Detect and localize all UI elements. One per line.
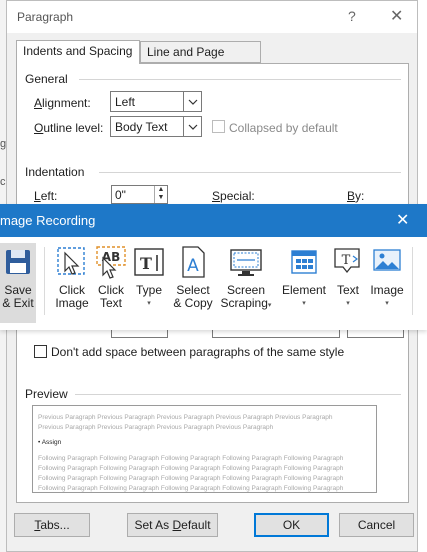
- svg-text:T: T: [140, 254, 152, 273]
- preview-following-line: Following Paragraph Following Paragraph …: [38, 465, 344, 472]
- close-icon[interactable]: ✕: [396, 210, 409, 230]
- element-icon: [291, 250, 317, 274]
- preview-previous-line: Previous Paragraph Previous Paragraph Pr…: [38, 414, 333, 421]
- image-recording-titlebar: mage Recording ✕: [0, 204, 427, 237]
- help-button[interactable]: ?: [348, 8, 356, 24]
- tool-label: Element: [281, 283, 327, 297]
- click-image-button[interactable]: Click Image: [52, 243, 92, 323]
- dialog-titlebar: Paragraph ? ✕: [7, 1, 417, 33]
- tool-label: & Exit: [2, 296, 34, 310]
- divider: [99, 172, 401, 173]
- preview-heading: Preview: [25, 387, 68, 401]
- tool-label: & Copy: [173, 296, 213, 310]
- outline-level-label: Outline level:: [34, 121, 104, 135]
- outline-level-select[interactable]: Body Text: [110, 116, 202, 137]
- toolbar-separator: [412, 247, 413, 315]
- close-button[interactable]: ✕: [390, 6, 403, 26]
- alignment-label: Alignment:: [34, 96, 91, 110]
- caret-icon: ▾: [346, 300, 350, 307]
- text-button[interactable]: T Text ▾: [331, 243, 365, 323]
- alignment-select[interactable]: Left: [110, 91, 202, 112]
- left-indent-spinner[interactable]: 0" ▲ ▼: [111, 185, 168, 204]
- dont-add-space-label: Don't add space between paragraphs of th…: [51, 345, 345, 359]
- toolbar-separator: [44, 247, 45, 315]
- click-text-button[interactable]: AB Click Text: [92, 243, 130, 323]
- screen-scraping-icon: [230, 249, 262, 276]
- tool-label: Scraping▾: [220, 296, 272, 310]
- svg-text:T: T: [342, 253, 351, 268]
- caret-icon: ▾: [147, 300, 151, 307]
- collapsed-checkbox[interactable]: [212, 120, 225, 133]
- select-copy-button[interactable]: A Select & Copy: [170, 243, 216, 323]
- svg-text:A: A: [187, 256, 199, 276]
- preview-previous-line: Previous Paragraph Previous Paragraph Pr…: [38, 424, 274, 431]
- preview-box: Previous Paragraph Previous Paragraph Pr…: [32, 405, 377, 493]
- image-recording-title: mage Recording: [0, 213, 96, 228]
- ok-button[interactable]: OK: [254, 513, 329, 537]
- save-exit-button[interactable]: Save & Exit: [0, 243, 36, 323]
- tab-indents-and-spacing[interactable]: Indents and Spacing: [16, 40, 140, 64]
- alignment-value: Left: [115, 95, 136, 109]
- image-button[interactable]: Image ▾: [367, 243, 407, 323]
- indentation-heading: Indentation: [25, 165, 85, 179]
- cancel-button[interactable]: Cancel: [339, 513, 414, 537]
- preview-current-paragraph: • Assign: [38, 439, 62, 446]
- tool-label: Text: [99, 296, 122, 310]
- tool-label: Type: [135, 283, 162, 297]
- click-text-icon: AB: [96, 246, 126, 279]
- type-button[interactable]: T Type ▾: [130, 243, 168, 323]
- chevron-down-icon: [183, 117, 201, 136]
- tab-line-and-page-breaks[interactable]: Line and Page Breaks: [140, 41, 261, 79]
- by-label: By:: [347, 189, 365, 203]
- dialog-title: Paragraph: [17, 10, 74, 24]
- outline-level-value: Body Text: [115, 120, 168, 134]
- caret-icon: ▾: [385, 300, 389, 307]
- element-button[interactable]: Element ▾: [279, 243, 329, 323]
- preview-following-line: Following Paragraph Following Paragraph …: [38, 455, 344, 462]
- special-label: Special:: [212, 189, 255, 203]
- divider: [75, 394, 401, 395]
- tool-label: Image: [55, 296, 89, 310]
- set-as-default-button[interactable]: Set As Default: [127, 513, 218, 537]
- spin-arrows-icon[interactable]: ▲ ▼: [154, 186, 167, 203]
- dont-add-space-checkbox[interactable]: [34, 345, 47, 358]
- left-indent-label: Left:: [34, 189, 58, 203]
- caret-icon: ▾: [302, 300, 306, 307]
- text-icon: T: [334, 248, 360, 274]
- left-indent-value: 0": [115, 188, 126, 202]
- chevron-down-icon: [183, 92, 201, 111]
- image-recording-toolbar: mage Recording ✕ Save & Exit Click Image: [0, 204, 427, 330]
- collapsed-label: Collapsed by default: [229, 121, 338, 135]
- tool-label: Image: [370, 283, 404, 297]
- preview-following-line: Following Paragraph Following Paragraph …: [38, 475, 344, 482]
- image-recording-tools: Save & Exit Click Image AB Click Text T …: [0, 237, 427, 330]
- floppy-disk-icon: [6, 250, 30, 274]
- general-heading: General: [25, 72, 68, 86]
- preview-following-line: Following Paragraph Following Paragraph …: [38, 485, 344, 492]
- type-icon: T: [134, 248, 164, 276]
- divider: [79, 79, 401, 80]
- tab-label: Indents and Spacing: [23, 44, 133, 58]
- screen-scraping-button[interactable]: Screen Scraping▾: [216, 243, 276, 323]
- tabs-button[interactable]: Tabs...: [14, 513, 90, 537]
- select-copy-icon: A: [182, 246, 205, 278]
- tool-label: Text: [336, 283, 359, 297]
- click-image-icon: [57, 247, 85, 275]
- caret-icon: ▾: [267, 302, 272, 309]
- image-icon: [373, 249, 401, 271]
